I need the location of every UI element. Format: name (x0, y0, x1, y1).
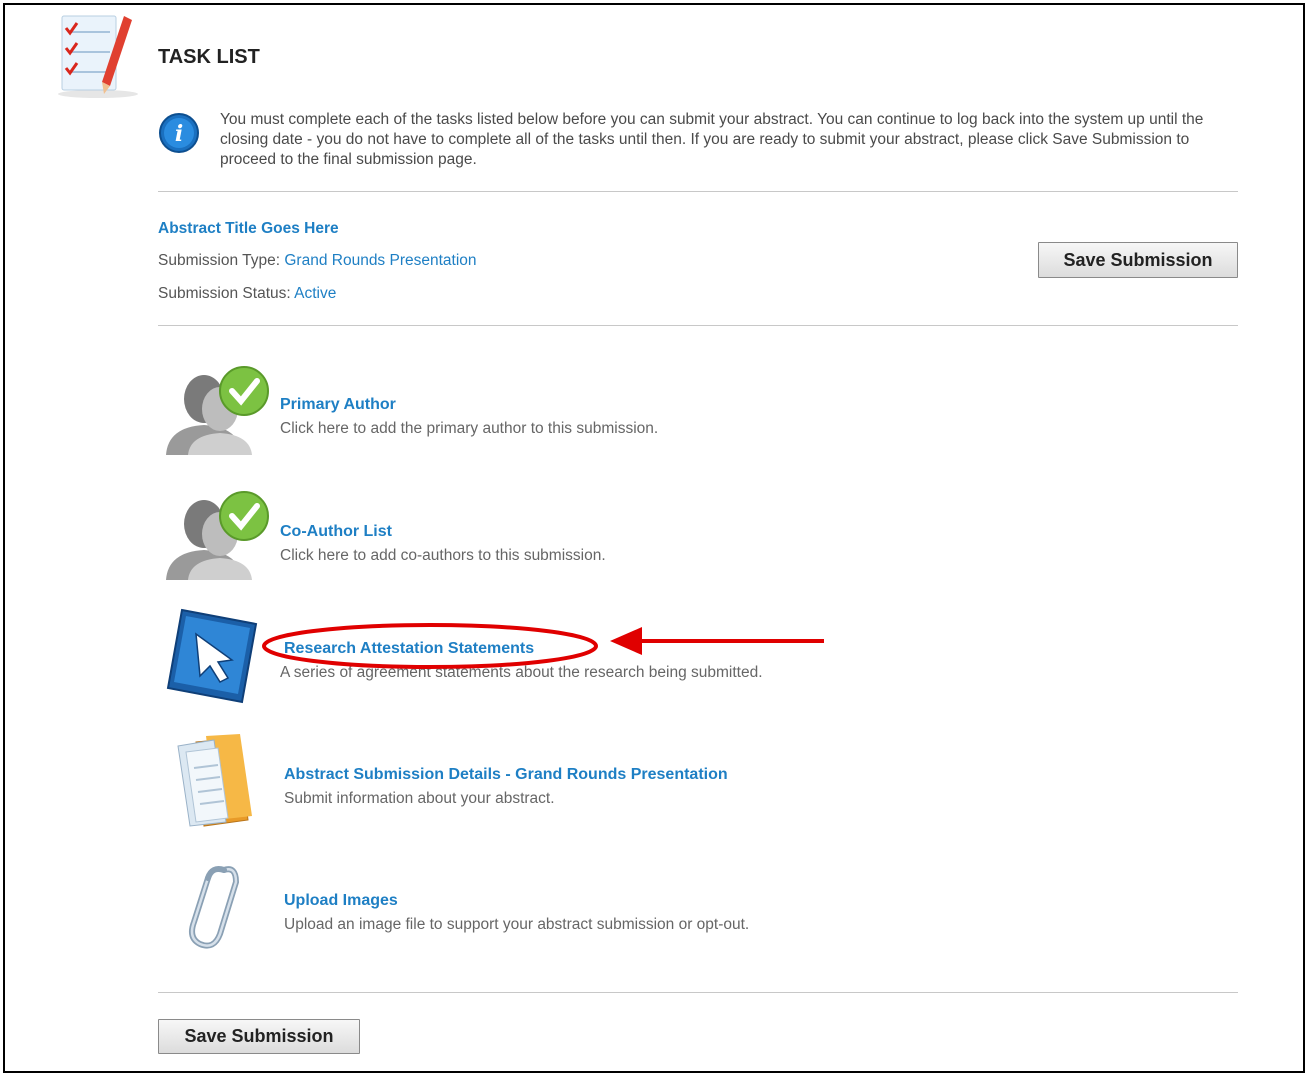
divider (158, 325, 1238, 326)
submission-type-label: Submission Type: (158, 252, 281, 269)
user-check-icon (166, 366, 269, 455)
task-upload-images[interactable]: Upload Images (284, 892, 398, 910)
folder-documents-icon (177, 734, 252, 827)
task-co-author-list[interactable]: Co-Author List (280, 523, 392, 541)
divider (158, 992, 1238, 993)
submission-status-value: Active (294, 285, 337, 302)
task-primary-author-desc: Click here to add the primary author to … (280, 420, 659, 437)
task-abstract-submission-details-desc: Submit information about your abstract. (284, 790, 555, 807)
submission-status-label: Submission Status: (158, 285, 291, 302)
users-check-icon (166, 491, 269, 580)
info-message: You must complete each of the tasks list… (220, 111, 1204, 168)
save-submission-button-bottom[interactable]: Save Submission (158, 1019, 360, 1054)
paperclip-icon (189, 866, 240, 949)
page-title: TASK LIST (158, 46, 260, 68)
task-upload-images-desc: Upload an image file to support your abs… (284, 916, 750, 933)
cursor-arrow-icon (166, 608, 258, 704)
divider (158, 191, 1238, 192)
svg-text:i: i (175, 121, 183, 147)
abstract-title[interactable]: Abstract Title Goes Here (158, 220, 339, 238)
task-primary-author[interactable]: Primary Author (280, 396, 396, 414)
submission-status: Submission Status: Active (158, 285, 336, 303)
submission-type-value: Grand Rounds Presentation (284, 252, 477, 269)
save-submission-button-top[interactable]: Save Submission (1038, 242, 1238, 278)
task-co-author-list-desc: Click here to add co-authors to this sub… (280, 547, 606, 564)
submission-type: Submission Type: Grand Rounds Presentati… (158, 252, 477, 270)
task-abstract-submission-details[interactable]: Abstract Submission Details - Grand Roun… (284, 766, 728, 784)
checklist-icon (58, 15, 138, 98)
info-icon: i (159, 113, 199, 153)
annotation-highlight (262, 623, 824, 669)
